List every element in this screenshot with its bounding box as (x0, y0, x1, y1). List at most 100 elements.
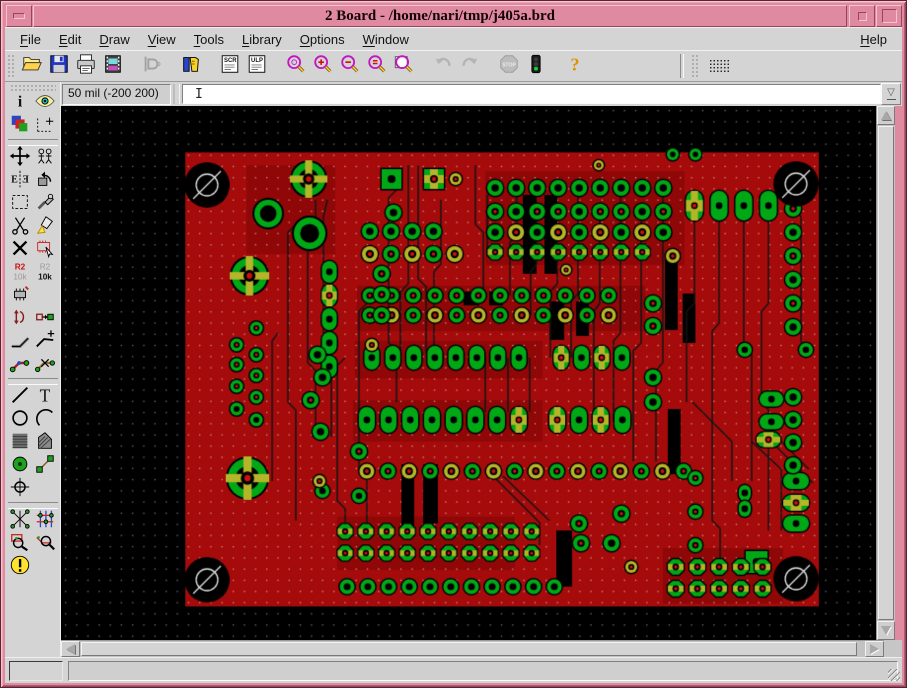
scroll-up-button[interactable] (877, 106, 896, 125)
pcb-canvas[interactable] (61, 106, 877, 640)
tool-value-button[interactable]: R2 10k (33, 262, 58, 285)
menu-help[interactable]: Help (851, 30, 896, 49)
menu-draw[interactable]: Draw (90, 30, 138, 49)
menu-options[interactable]: Options (291, 30, 354, 49)
ulp-button[interactable]: ULP (243, 53, 270, 79)
zoom-in-button[interactable] (309, 53, 336, 79)
mark-icon (34, 113, 56, 140)
tool-rotate-button[interactable] (33, 170, 58, 193)
help-icon: ? (564, 53, 586, 80)
tool-delete-button[interactable] (8, 239, 33, 262)
zoom-select-button[interactable] (363, 53, 390, 79)
route-icon (9, 352, 31, 379)
minimize-button[interactable] (849, 5, 875, 27)
tool-cut-button[interactable] (8, 216, 33, 239)
maximize-button[interactable] (876, 5, 902, 27)
horizontal-scroll-track[interactable] (80, 641, 865, 657)
tool-hole-button[interactable] (8, 477, 33, 501)
tool-errors-button[interactable] (8, 555, 33, 579)
stop-icon: STOP (498, 53, 520, 80)
vertical-scroll-track[interactable] (877, 125, 895, 621)
display-icon (9, 113, 31, 140)
tool-group-button[interactable] (8, 193, 33, 216)
tool-display-button[interactable] (8, 115, 33, 138)
horizontal-scrollbar[interactable] (61, 640, 884, 657)
tool-rect-button[interactable] (8, 432, 33, 455)
stop-button[interactable]: STOP (495, 53, 522, 79)
scroll-left-button[interactable] (61, 641, 80, 657)
titlebar[interactable]: 2 Board - /home/nari/tmp/j405a.brd (5, 5, 902, 27)
tool-change-button[interactable] (33, 193, 58, 216)
tool-drc-button[interactable] (8, 533, 33, 556)
scroll-right-button[interactable] (865, 641, 884, 657)
command-history-dropdown[interactable]: ▽ (881, 83, 901, 105)
tool-smash-button[interactable] (8, 285, 33, 308)
help-button[interactable]: ? (561, 53, 588, 79)
zoom-redraw-button[interactable] (390, 53, 417, 79)
open-button[interactable] (18, 53, 45, 79)
menu-library[interactable]: Library (233, 30, 291, 49)
tool-move-button[interactable] (8, 145, 33, 170)
tool-text-button[interactable]: T (33, 385, 58, 409)
menubar: File Edit Draw View Tools Library Options Windo… (5, 27, 902, 50)
tool-ratsnest-button[interactable] (8, 509, 33, 533)
toolbar2-grip[interactable] (691, 54, 698, 78)
menu-file[interactable]: File (11, 30, 50, 49)
library-button[interactable] (177, 53, 204, 79)
tool-circle-button[interactable] (8, 409, 33, 432)
tool-auto-button[interactable] (33, 510, 58, 533)
vertical-scroll-thumb[interactable] (878, 126, 895, 620)
script-icon: SCR (219, 53, 241, 80)
script-button[interactable]: SCR (216, 53, 243, 79)
dropdown-arrow-icon: ▽ (887, 87, 895, 98)
command-input[interactable]: I (182, 84, 881, 104)
coordinate-display: 50 mil (-200 200) (62, 83, 171, 105)
board-schematic-button[interactable] (138, 53, 165, 79)
horizontal-scroll-thumb[interactable] (81, 642, 857, 656)
tool-name-button[interactable]: R2 10k (8, 262, 33, 285)
tool-erc-button[interactable] (33, 533, 58, 556)
tool-arc-button[interactable] (33, 409, 58, 432)
tool-info-button[interactable]: i (8, 92, 33, 115)
signal-icon (34, 453, 56, 480)
vertical-scrollbar[interactable] (876, 106, 896, 640)
menu-edit[interactable]: Edit (50, 30, 90, 49)
undo-button[interactable] (429, 53, 456, 79)
menu-view[interactable]: View (139, 30, 185, 49)
tool-via-button[interactable] (8, 455, 33, 478)
tool-route-button[interactable] (8, 354, 33, 377)
redo-button[interactable] (456, 53, 483, 79)
tool-pinswap-button[interactable] (8, 308, 33, 331)
svg-text:?: ? (570, 54, 579, 74)
palette-empty (33, 285, 58, 308)
scroll-down-button[interactable] (877, 621, 896, 640)
print-button[interactable] (72, 53, 99, 79)
zoom-fit-button[interactable] (282, 53, 309, 79)
tool-mirror-button[interactable]: EE (8, 170, 33, 193)
resize-grip[interactable] (888, 669, 900, 681)
tool-paste-button[interactable] (33, 216, 58, 239)
tool-polygon-button[interactable] (33, 432, 58, 455)
menu-tools[interactable]: Tools (185, 30, 233, 49)
tool-copy-button[interactable] (33, 147, 58, 170)
tool-ripup-button[interactable] (33, 354, 58, 377)
window-menu-button[interactable] (6, 5, 32, 27)
zoom-fit-icon (285, 53, 307, 80)
traffic-light-button[interactable] (522, 53, 549, 79)
grid-dots-icon[interactable] (708, 58, 730, 74)
tool-miter-button[interactable] (8, 331, 33, 354)
tool-mark-button[interactable] (33, 115, 58, 138)
dropdown-bar (886, 99, 896, 100)
zoom-out-button[interactable] (336, 53, 363, 79)
menu-window[interactable]: Window (354, 30, 418, 49)
tool-replace-button[interactable] (33, 239, 58, 262)
cam-button[interactable] (99, 53, 126, 79)
svg-text:10k: 10k (38, 272, 52, 281)
tool-wire-button[interactable] (8, 386, 33, 409)
tool-optimize-button[interactable] (33, 308, 58, 331)
toolbar-grip[interactable] (7, 54, 14, 78)
tool-split-button[interactable] (33, 330, 58, 354)
save-button[interactable] (45, 53, 72, 79)
tool-signal-button[interactable] (33, 455, 58, 478)
tool-show-button[interactable] (33, 92, 58, 115)
